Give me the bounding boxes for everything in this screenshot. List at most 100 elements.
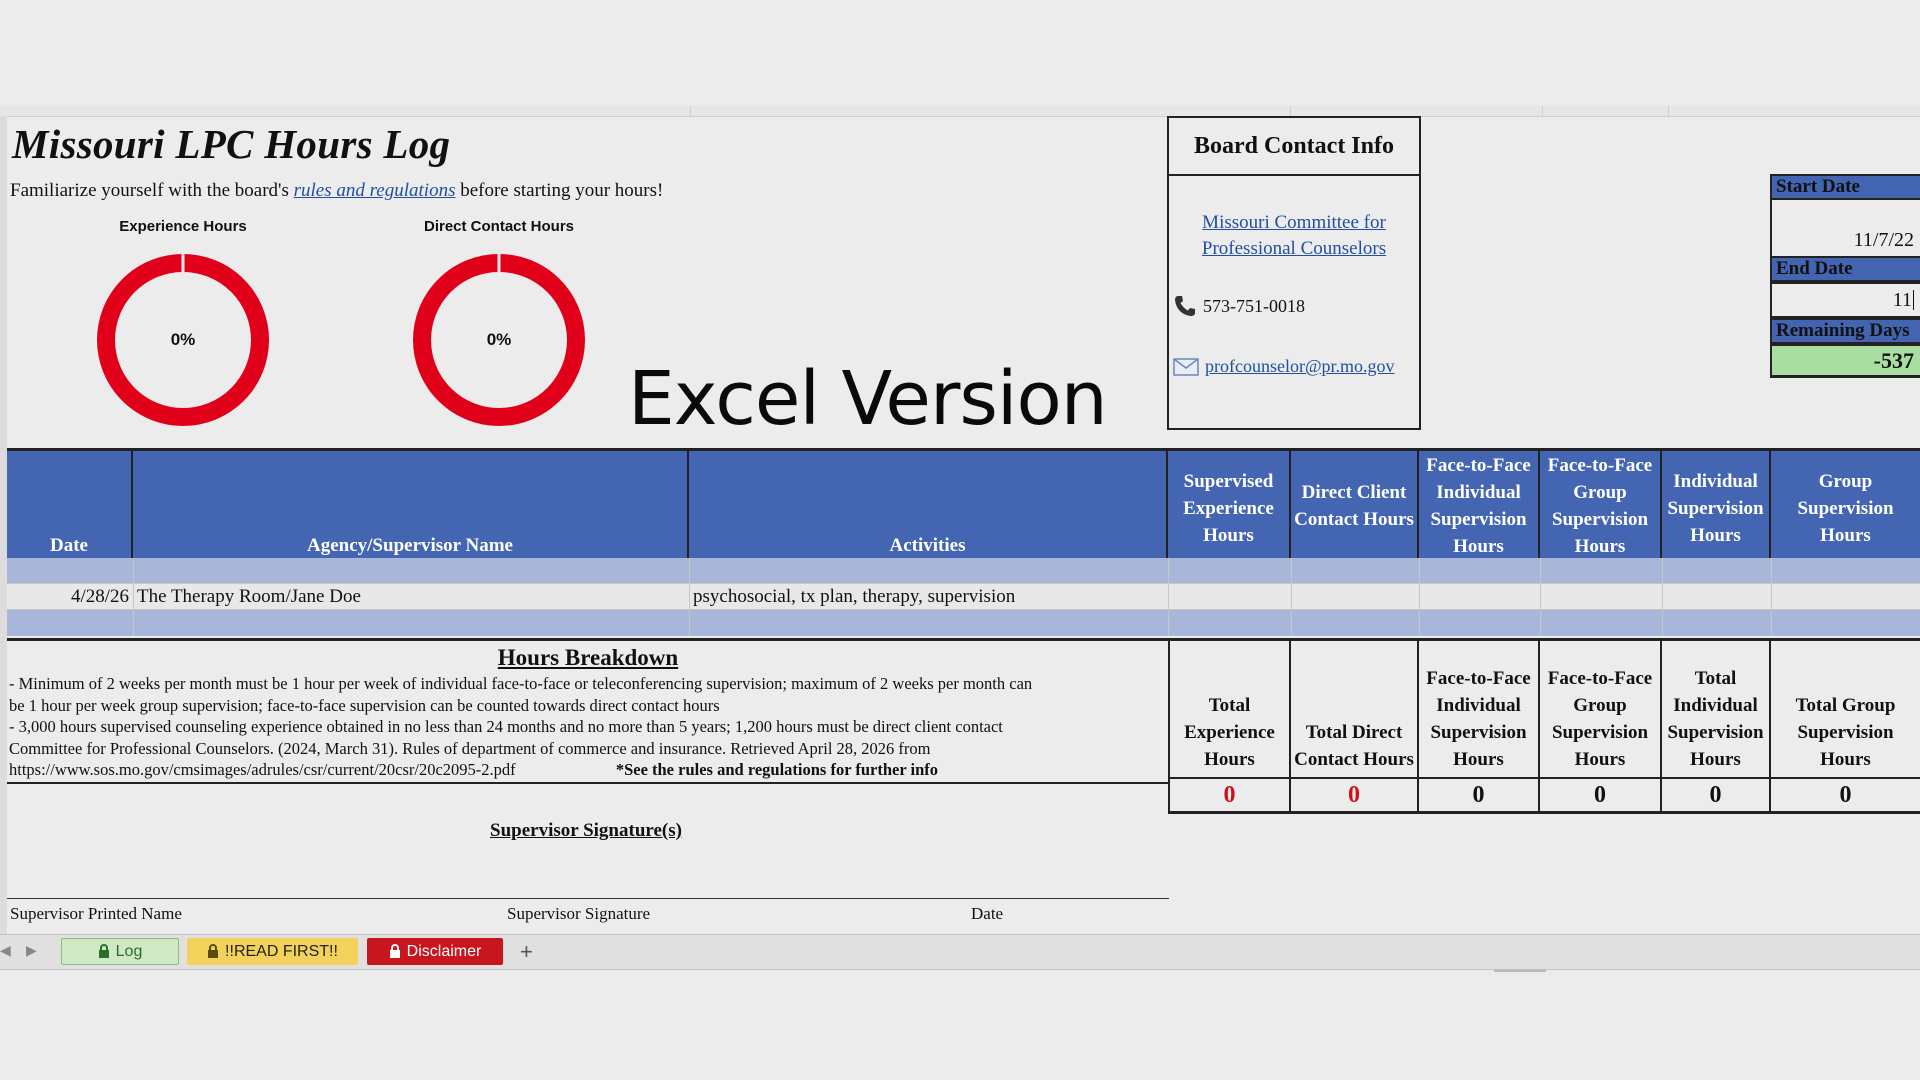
total-group-value[interactable]: 0 [1771, 779, 1920, 814]
lock-icon [98, 944, 109, 958]
col-header-supervised-experience[interactable]: Supervised Experience Hours [1168, 451, 1291, 561]
row-divider [1540, 558, 1541, 636]
row-agency[interactable]: The Therapy Room/Jane Doe [137, 584, 361, 610]
column-divider [1542, 106, 1543, 116]
tab-log-label: Log [115, 942, 143, 960]
contact-title: Board Contact Info [1169, 118, 1419, 176]
further-info-note: *See the rules and regulations for furth… [615, 760, 939, 779]
start-date-cell[interactable]: 11/7/22 [1770, 200, 1920, 256]
row-date[interactable]: 4/28/26 [7, 584, 129, 610]
row-divider [1419, 558, 1420, 636]
start-date-label: Start Date [1770, 174, 1920, 200]
breakdown-title: Hours Breakdown [497, 645, 679, 670]
tab-disclaimer[interactable]: Disclaimer [367, 938, 503, 965]
start-date-label-text: Start Date [1776, 176, 1860, 197]
contact-email-row: profcounselor@pr.mo.gov [1173, 356, 1395, 377]
breakdown-line: - Minimum of 2 weeks per month must be 1… [9, 674, 1033, 693]
col-header-activities[interactable]: Activities [689, 451, 1168, 561]
sheet-tab-bar: ◀ ▶ Log !!READ FIRST!! Disclaimer + [0, 934, 1920, 970]
committee-link-line1[interactable]: Missouri Committee for [1169, 210, 1419, 236]
board-contact-box: Board Contact Info Missouri Committee fo… [1167, 116, 1421, 430]
remaining-days-label-text: Remaining Days [1776, 320, 1910, 341]
end-date-label: End Date [1770, 256, 1920, 282]
remaining-days-value: -537 [1873, 347, 1914, 373]
signature-line [7, 898, 1169, 899]
row-divider [689, 558, 690, 636]
row-divider [1662, 558, 1663, 636]
row-divider [133, 558, 134, 636]
col-header-agency[interactable]: Agency/Supervisor Name [133, 451, 689, 561]
intro-text: Familiarize yourself with the board's ru… [10, 180, 663, 202]
excel-version-caption: Excel Version [628, 356, 1108, 442]
tab-log[interactable]: Log [61, 938, 179, 965]
supervisor-signatures-title: Supervisor Signature(s) [490, 820, 682, 841]
breakdown-line: Committee for Professional Counselors. (… [9, 738, 931, 758]
table-row-blank[interactable] [7, 558, 1920, 584]
total-individual-value[interactable]: 0 [1662, 779, 1771, 814]
end-date-cell[interactable]: 11 [1770, 282, 1920, 318]
experience-gauge-label: Experience Hours [119, 218, 247, 235]
start-date-value: 11/7/22 [1853, 229, 1914, 251]
phone-icon [1175, 296, 1195, 316]
remaining-days-cell[interactable]: -537 [1770, 344, 1920, 378]
signature-date-label: Date [971, 904, 1004, 923]
sheet-title: Missouri LPC Hours Log [12, 121, 451, 167]
end-date-label-text: End Date [1776, 258, 1853, 279]
remaining-days-label: Remaining Days [1770, 318, 1920, 344]
tab-disclaimer-label: Disclaimer [406, 942, 482, 960]
signature-label: Supervisor Signature [507, 904, 651, 923]
row-divider [1291, 558, 1292, 636]
experience-hours-gauge[interactable]: 0% [95, 252, 271, 428]
total-f2f-individual-value[interactable]: 0 [1419, 779, 1540, 814]
column-divider [1668, 106, 1669, 116]
col-header-individual-supervision[interactable]: Individual Supervision Hours [1662, 451, 1771, 561]
horizontal-scrollbar[interactable] [1494, 969, 1546, 972]
contact-phone-row: 573-751-0018 [1173, 294, 1305, 318]
tab-read-first[interactable]: !!READ FIRST!! [187, 938, 358, 965]
column-divider [690, 106, 691, 116]
breakdown-text: - Minimum of 2 weeks per month must be 1… [9, 673, 1169, 781]
col-header-direct-client-contact[interactable]: Direct Client Contact Hours [1291, 451, 1419, 561]
printed-name-label: Supervisor Printed Name [10, 904, 182, 923]
col-header-f2f-individual[interactable]: Face-to-Face Individual Supervision Hour… [1419, 451, 1540, 561]
total-experience-value[interactable]: 0 [1168, 779, 1291, 814]
direct-contact-gauge-value: 0% [486, 330, 512, 349]
breakdown-line: be 1 hour per week group supervision; fa… [9, 695, 720, 715]
scroll-tabs-left-icon[interactable]: ◀ [0, 943, 11, 960]
column-divider [1290, 106, 1291, 116]
add-sheet-button[interactable]: + [520, 939, 533, 965]
contact-phone: 573-751-0018 [1203, 295, 1305, 316]
direct-contact-hours-gauge[interactable]: 0% [411, 252, 587, 428]
col-header-group-supervision[interactable]: Group Supervision Hours [1771, 451, 1920, 561]
col-header-date[interactable]: Date [7, 451, 133, 561]
intro-after: before starting your hours! [460, 180, 664, 201]
committee-link-line2[interactable]: Professional Counselors [1169, 236, 1419, 262]
row-activities[interactable]: psychosocial, tx plan, therapy, supervis… [693, 584, 1015, 610]
breakdown-line: - 3,000 hours supervised counseling expe… [9, 717, 1003, 736]
breakdown-source-line: https://www.sos.mo.gov/cmsimages/adrules… [9, 759, 1169, 781]
end-date-value: 11 [1892, 288, 1912, 311]
table-row[interactable]: 4/28/26 The Therapy Room/Jane Doe psycho… [7, 584, 1920, 610]
row-divider [1771, 558, 1772, 636]
table-row-blank[interactable] [7, 610, 1920, 636]
tab-read-first-label: !!READ FIRST!! [225, 942, 338, 960]
total-individual-header: Total Individual Supervision Hours [1662, 638, 1771, 779]
mail-icon [1173, 357, 1199, 376]
source-url: https://www.sos.mo.gov/cmsimages/adrules… [9, 760, 516, 779]
lock-icon [208, 944, 219, 958]
contact-email-link[interactable]: profcounselor@pr.mo.gov [1205, 356, 1395, 377]
log-table-header: Date Agency/Supervisor Name Activities S… [7, 448, 1920, 563]
col-header-f2f-group[interactable]: Face-to-Face Group Supervision Hours [1540, 451, 1662, 561]
total-experience-header: Total Experience Hours [1168, 638, 1291, 779]
row-header-strip[interactable] [0, 116, 7, 934]
column-header-strip[interactable] [0, 106, 1920, 117]
total-f2f-group-header: Face-to-Face Group Supervision Hours [1540, 638, 1662, 779]
scroll-tabs-right-icon[interactable]: ▶ [26, 943, 37, 960]
total-f2f-group-value[interactable]: 0 [1540, 779, 1662, 814]
total-direct-contact-value[interactable]: 0 [1291, 779, 1419, 814]
experience-gauge-value: 0% [170, 330, 196, 349]
total-group-header: Total Group Supervision Hours [1771, 638, 1920, 779]
committee-link[interactable]: Missouri Committee for Professional Coun… [1169, 210, 1419, 262]
lock-icon [389, 944, 400, 958]
rules-link[interactable]: rules and regulations [294, 180, 456, 201]
